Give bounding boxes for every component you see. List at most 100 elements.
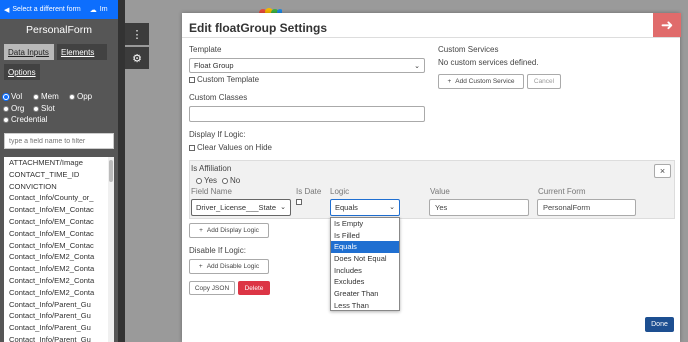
radio-dot bbox=[3, 105, 9, 112]
button-label: Add Custom Service bbox=[455, 78, 515, 85]
checkbox[interactable] bbox=[189, 144, 195, 151]
clear-values-checkbox[interactable]: Clear Values on Hide bbox=[189, 143, 272, 152]
list-item[interactable]: Contact_Info/County_or_ bbox=[4, 192, 106, 204]
sidebar: ◀ Select a different form ☁ Im PersonalF… bbox=[0, 0, 118, 342]
radio-label: Opp bbox=[77, 92, 93, 101]
is-date-header: Is Date bbox=[296, 187, 322, 196]
tab-data-inputs[interactable]: Data Inputs bbox=[4, 44, 54, 60]
list-item[interactable]: Contact_Info/Parent_Gu bbox=[4, 322, 106, 334]
radio-vol[interactable]: Vol bbox=[3, 92, 22, 101]
tab-elements[interactable]: Elements bbox=[57, 44, 107, 60]
settings-button[interactable]: ⚙ bbox=[125, 47, 149, 69]
vertical-dots-icon: ⋮ bbox=[131, 28, 143, 41]
logic-select[interactable]: Equals ⌄ bbox=[330, 199, 400, 216]
plus-icon: + bbox=[447, 78, 452, 85]
display-if-label: Display If Logic: bbox=[189, 130, 246, 139]
list-item[interactable]: ATTACHMENT/Image bbox=[4, 157, 106, 169]
logic-dropdown[interactable]: Is Empty Is Filled Equals Does Not Equal… bbox=[330, 217, 400, 311]
list-item[interactable]: Contact_Info/EM2_Conta bbox=[4, 287, 106, 299]
radio-label: Mem bbox=[41, 92, 59, 101]
form-title: PersonalForm bbox=[26, 24, 92, 36]
logic-option[interactable]: Includes bbox=[331, 265, 399, 277]
custom-services-text: No custom services defined. bbox=[438, 58, 539, 67]
add-display-logic-button[interactable]: + Add Display Logic bbox=[189, 223, 269, 238]
radio-dot bbox=[3, 116, 9, 123]
list-item[interactable]: Contact_Info/EM_Contac bbox=[4, 204, 106, 216]
list-item[interactable]: CONTACT_TIME_ID bbox=[4, 169, 106, 181]
radio-dot bbox=[33, 93, 39, 100]
arrow-left-icon: ◀ bbox=[4, 6, 10, 14]
is-date-checkbox[interactable] bbox=[296, 199, 302, 205]
template-label: Template bbox=[189, 45, 222, 54]
chevron-down-icon: ⌄ bbox=[280, 204, 286, 211]
list-scrollbar[interactable] bbox=[108, 157, 114, 342]
scroll-thumb[interactable] bbox=[109, 160, 113, 182]
field-list: ATTACHMENT/Image CONTACT_TIME_ID CONVICT… bbox=[4, 157, 114, 342]
list-item[interactable]: Contact_Info/Parent_Gu bbox=[4, 334, 106, 342]
radio-no[interactable]: No bbox=[222, 176, 240, 185]
list-item[interactable]: CONVICTION bbox=[4, 181, 106, 193]
field-name-value: Driver_License___State bbox=[196, 203, 277, 212]
checkbox[interactable] bbox=[189, 76, 195, 83]
select-form-label: Select a different form bbox=[12, 6, 81, 13]
logic-option[interactable]: Is Filled bbox=[331, 230, 399, 242]
tab-options[interactable]: Options bbox=[4, 64, 40, 80]
current-form-header: Current Form bbox=[538, 187, 586, 196]
template-value: Float Group bbox=[194, 61, 234, 70]
list-item[interactable]: Contact_Info/EM_Contac bbox=[4, 240, 106, 252]
radio-dot bbox=[222, 177, 228, 184]
radio-label: No bbox=[230, 176, 241, 185]
menu-button[interactable]: ⋮ bbox=[125, 23, 149, 45]
list-item[interactable]: Contact_Info/EM2_Conta bbox=[4, 275, 106, 287]
list-item[interactable]: Contact_Info/Parent_Gu bbox=[4, 299, 106, 311]
copy-json-button[interactable]: Copy JSON bbox=[189, 281, 235, 295]
radio-yes[interactable]: Yes bbox=[196, 176, 217, 185]
logic-option[interactable]: Excludes bbox=[331, 276, 399, 288]
field-name-select[interactable]: Driver_License___State ⌄ bbox=[191, 199, 291, 216]
field-filter-input[interactable] bbox=[4, 133, 114, 149]
delete-button[interactable]: Delete bbox=[238, 281, 270, 295]
radio-opp[interactable]: Opp bbox=[69, 92, 92, 101]
logic-title: Is Affiliation bbox=[191, 164, 232, 173]
upload-label: Im bbox=[99, 6, 108, 13]
list-item[interactable]: Contact_Info/EM_Contac bbox=[4, 216, 106, 228]
button-label: Add Display Logic bbox=[206, 227, 259, 234]
logic-option[interactable]: Does Not Equal bbox=[331, 253, 399, 265]
list-item[interactable]: Contact_Info/EM2_Conta bbox=[4, 263, 106, 275]
close-modal-button[interactable]: ➜ bbox=[653, 13, 681, 37]
radio-org[interactable]: Org bbox=[3, 104, 24, 113]
arrow-right-icon: ➜ bbox=[660, 17, 674, 34]
logic-option-selected[interactable]: Equals bbox=[331, 241, 399, 254]
radio-label: Credential bbox=[11, 115, 48, 124]
add-disable-logic-button[interactable]: + Add Disable Logic bbox=[189, 259, 269, 274]
logic-option[interactable]: Greater Than bbox=[331, 288, 399, 300]
radio-label: Org bbox=[11, 104, 25, 113]
logic-option[interactable]: Is Empty bbox=[331, 218, 399, 230]
radio-dot bbox=[33, 105, 39, 112]
logic-value: Equals bbox=[335, 203, 358, 212]
add-custom-service-button[interactable]: + Add Custom Service bbox=[438, 74, 524, 89]
logic-header: Logic bbox=[330, 187, 350, 196]
cancel-button[interactable]: Cancel bbox=[527, 74, 561, 89]
list-item[interactable]: Contact_Info/Parent_Gu bbox=[4, 310, 106, 322]
logic-option[interactable]: Less Than bbox=[331, 300, 399, 312]
custom-classes-label: Custom Classes bbox=[189, 93, 248, 102]
remove-logic-button[interactable]: × bbox=[654, 164, 671, 178]
radio-mem[interactable]: Mem bbox=[33, 92, 59, 101]
field-name-header: Field Name bbox=[191, 187, 232, 196]
custom-template-checkbox[interactable]: Custom Template bbox=[189, 75, 259, 84]
radio-label: Vol bbox=[11, 92, 23, 101]
radio-credential[interactable]: Credential bbox=[3, 115, 47, 124]
list-item[interactable]: Contact_Info/EM_Contac bbox=[4, 228, 106, 240]
plus-icon: + bbox=[199, 227, 203, 234]
value-input[interactable]: Yes bbox=[429, 199, 529, 216]
custom-classes-input[interactable] bbox=[189, 106, 425, 122]
done-button[interactable]: Done bbox=[645, 317, 674, 332]
list-item[interactable]: Contact_Info/EM2_Conta bbox=[4, 251, 106, 263]
select-form-button[interactable]: ◀ Select a different form ☁ Im bbox=[0, 0, 118, 19]
radio-dot bbox=[69, 93, 75, 100]
current-form-input[interactable]: PersonalForm bbox=[537, 199, 636, 216]
plus-icon: + bbox=[198, 263, 203, 270]
template-select[interactable]: Float Group ⌄ bbox=[189, 58, 425, 73]
radio-slot[interactable]: Slot bbox=[33, 104, 55, 113]
